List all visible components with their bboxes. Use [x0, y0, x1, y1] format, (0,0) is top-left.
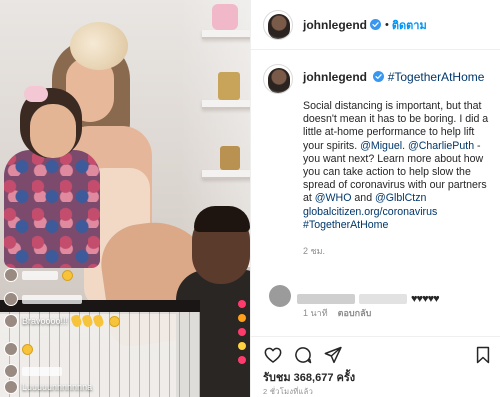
comment-row: ♥♥♥♥♥ [263, 285, 495, 308]
comment-time: 1 นาที [303, 308, 328, 318]
caption-link[interactable]: globalcitizen.org/coronavirus [303, 206, 437, 218]
comment-meta: 1 นาที ตอบกลับ [303, 306, 371, 320]
live-comment-avatar [4, 364, 18, 378]
floral-headwrap [70, 22, 128, 70]
live-comment [4, 292, 82, 306]
emoji-icon [22, 343, 33, 355]
mention-charlieputh[interactable]: @CharliePuth [408, 140, 474, 152]
share-icon[interactable] [323, 345, 343, 365]
shelf-trophy [220, 146, 240, 170]
live-comment-blur [22, 270, 58, 280]
shelf [202, 100, 250, 109]
comment-icon[interactable] [293, 345, 313, 365]
post-caption: johnlegend #TogetherAtHome Social distan… [263, 64, 495, 258]
comment-text: ♥♥♥♥♥ [411, 292, 440, 305]
caption-avatar[interactable] [263, 64, 293, 94]
live-comment-text: Luuuuunnnnnnna [22, 382, 93, 392]
live-comment-blur [22, 294, 82, 304]
emoji-icon [62, 269, 73, 281]
view-count-suffix: ครั้ง [336, 372, 356, 384]
verified-badge-icon [370, 19, 381, 30]
caption-header: johnlegend #TogetherAtHome [303, 70, 495, 84]
comment-reply-button[interactable]: ตอบกลับ [338, 306, 372, 320]
mention-miguel[interactable]: @Miguel [360, 140, 402, 152]
child-floral-dress [4, 150, 100, 268]
follow-button[interactable]: ติดตาม [392, 16, 427, 34]
shelf [202, 170, 250, 179]
post-header: johnlegend • ติดตาม [251, 0, 500, 50]
child-hair-bow [24, 86, 48, 102]
action-bar [251, 336, 500, 372]
live-comment-avatar [4, 380, 18, 394]
caption-hashtag-end[interactable]: #TogetherAtHome [303, 219, 388, 231]
caption-time: 2 ชม. [303, 246, 326, 257]
post-media[interactable]: Bravoooo!!! Luuuuunnnnnnna [0, 0, 250, 397]
caption-hashtag[interactable]: #TogetherAtHome [388, 70, 485, 84]
verified-badge-icon [373, 71, 385, 82]
separator-dot: • [385, 18, 389, 31]
post-side-panel: johnlegend • ติดตาม johnlegend #Together… [250, 0, 500, 397]
clap-emoji-icons [70, 312, 105, 330]
live-comment: Bravoooo!!! [4, 312, 121, 330]
shelf-decoration [212, 4, 238, 30]
live-comment [4, 364, 62, 378]
live-comment-avatar [4, 292, 18, 306]
mention-glblctzn[interactable]: @GlblCtzn [375, 192, 426, 204]
bookmark-icon[interactable] [473, 345, 493, 365]
shelf [202, 30, 250, 39]
emoji-icon [109, 315, 121, 327]
live-comment-text: Bravoooo!!! [22, 316, 69, 326]
view-count[interactable]: รับชม 368,677 ครั้ง [263, 368, 355, 386]
man-hair [194, 206, 250, 232]
view-count-label: รับชม [263, 372, 291, 384]
live-comment [4, 268, 73, 282]
child-face [30, 104, 76, 158]
shelf-trophy [218, 72, 240, 100]
profile-avatar[interactable] [263, 9, 293, 40]
live-comment [4, 342, 33, 356]
header-username[interactable]: johnlegend [303, 18, 367, 32]
live-comment-avatar [4, 314, 18, 328]
live-comment-avatar [4, 268, 18, 282]
posted-time: 2 ชั่วโมงที่แล้ว [263, 387, 314, 396]
caption-username[interactable]: johnlegend [303, 70, 367, 84]
heart-icon[interactable] [263, 345, 283, 365]
caption-text: Social distancing is important, but that… [303, 100, 489, 231]
mention-who[interactable]: @WHO [315, 192, 352, 204]
caption-and: and [354, 192, 373, 205]
caption-body: johnlegend #TogetherAtHome Social distan… [303, 64, 495, 258]
live-comment-blur [22, 366, 62, 376]
view-count-number: 368,677 [293, 372, 334, 384]
live-comment-avatar [4, 342, 18, 356]
floating-hearts [238, 300, 250, 370]
comment-username-blur [297, 293, 355, 304]
comment-text-blur [359, 293, 407, 304]
comment-avatar[interactable] [269, 285, 291, 307]
live-comment: Luuuuunnnnnnna [4, 380, 92, 394]
